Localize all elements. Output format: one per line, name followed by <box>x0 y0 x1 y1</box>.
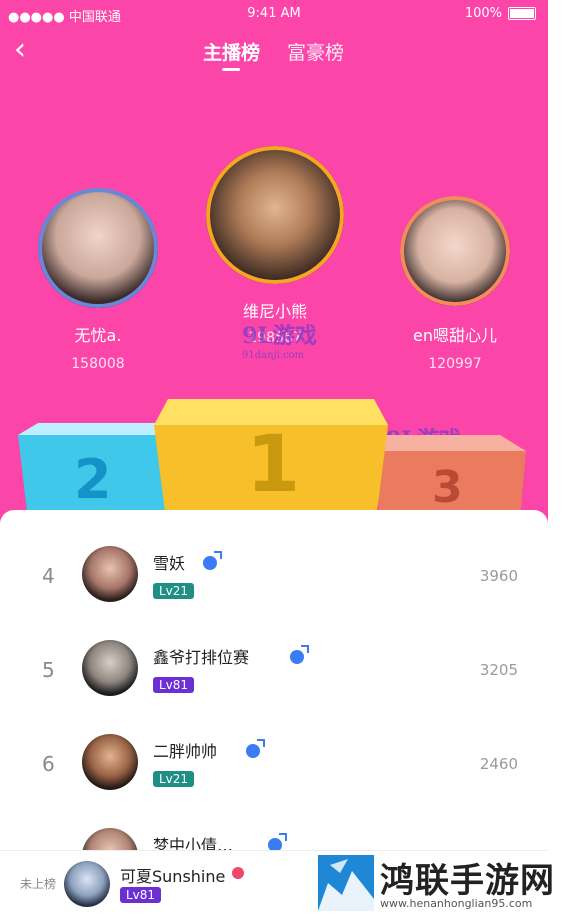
podium-name-3: en嗯甜心儿 <box>413 326 497 345</box>
list-item[interactable]: 5 鑫爷打排位赛 Lv81 3205 <box>0 634 548 714</box>
right-margin <box>548 0 565 914</box>
male-icon <box>290 645 309 664</box>
rank-number: 4 <box>42 564 55 588</box>
avatar[interactable] <box>82 734 138 790</box>
not-ranked-label: 未上榜 <box>20 877 57 891</box>
level-badge: Lv81 <box>153 677 195 693</box>
my-level-badge: Lv81 <box>120 887 162 903</box>
status-bar: ●●●●● 中国联通 9:41 AM 100% <box>0 6 548 25</box>
avatar-rank-2[interactable] <box>38 188 158 308</box>
battery-percent: 100% <box>464 6 502 21</box>
avatar[interactable] <box>82 640 138 696</box>
rank-number: 5 <box>42 658 55 682</box>
podium-number-2: 2 <box>74 448 112 511</box>
logo-url: www.henanhonglian95.com <box>380 897 533 910</box>
user-name: 二胖帅帅 <box>153 742 218 761</box>
podium-name-2: 无忧a. <box>74 326 122 345</box>
rank-number: 6 <box>42 752 55 776</box>
male-icon <box>203 551 222 570</box>
list-item[interactable]: 6 二胖帅帅 Lv21 2460 <box>0 728 548 808</box>
logo-title: 鸿联手游网 <box>380 861 555 901</box>
list-item[interactable]: 4 雪妖 Lv21 3960 <box>0 540 548 620</box>
avatar-rank-1[interactable] <box>206 146 344 284</box>
avatar-rank-3[interactable] <box>400 196 510 306</box>
tab-rich-ranking[interactable]: 富豪榜 <box>287 38 344 65</box>
user-score: 3205 <box>479 661 518 679</box>
tab-anchor-ranking[interactable]: 主播榜 <box>203 38 260 65</box>
tab-indicator <box>222 68 240 71</box>
podium-top-3 <box>374 435 526 451</box>
watermark-logo: 9L游戏 91danji.com <box>242 318 317 361</box>
avatar[interactable] <box>64 861 110 907</box>
podium-number-1: 1 <box>246 420 301 510</box>
watermark-sub: 91danji.com <box>242 350 305 361</box>
avatar[interactable] <box>82 546 138 602</box>
chevron-left-icon[interactable]: ‹ <box>14 35 38 65</box>
site-logo: 鸿联手游网 www.henanhonglian95.com <box>318 853 565 914</box>
podium-score-2: 158008 <box>71 356 125 372</box>
user-score: 2460 <box>479 755 518 773</box>
battery-group: 100% <box>465 6 536 21</box>
user-score: 3960 <box>479 567 518 585</box>
female-icon <box>232 867 244 879</box>
user-name: 雪妖 <box>153 554 186 573</box>
podium-number-3: 3 <box>432 462 463 513</box>
logo-mark-icon <box>318 855 374 911</box>
level-badge: Lv21 <box>153 583 195 599</box>
user-name: 鑫爷打排位赛 <box>153 648 250 667</box>
watermark-text: 9L游戏 <box>242 323 317 349</box>
podium-score-3: 120997 <box>428 356 482 372</box>
male-icon <box>246 739 265 758</box>
level-badge: Lv21 <box>153 771 195 787</box>
podium-top-2 <box>18 423 166 435</box>
battery-icon <box>508 7 536 20</box>
my-name: 可夏Sunshine <box>120 867 226 886</box>
